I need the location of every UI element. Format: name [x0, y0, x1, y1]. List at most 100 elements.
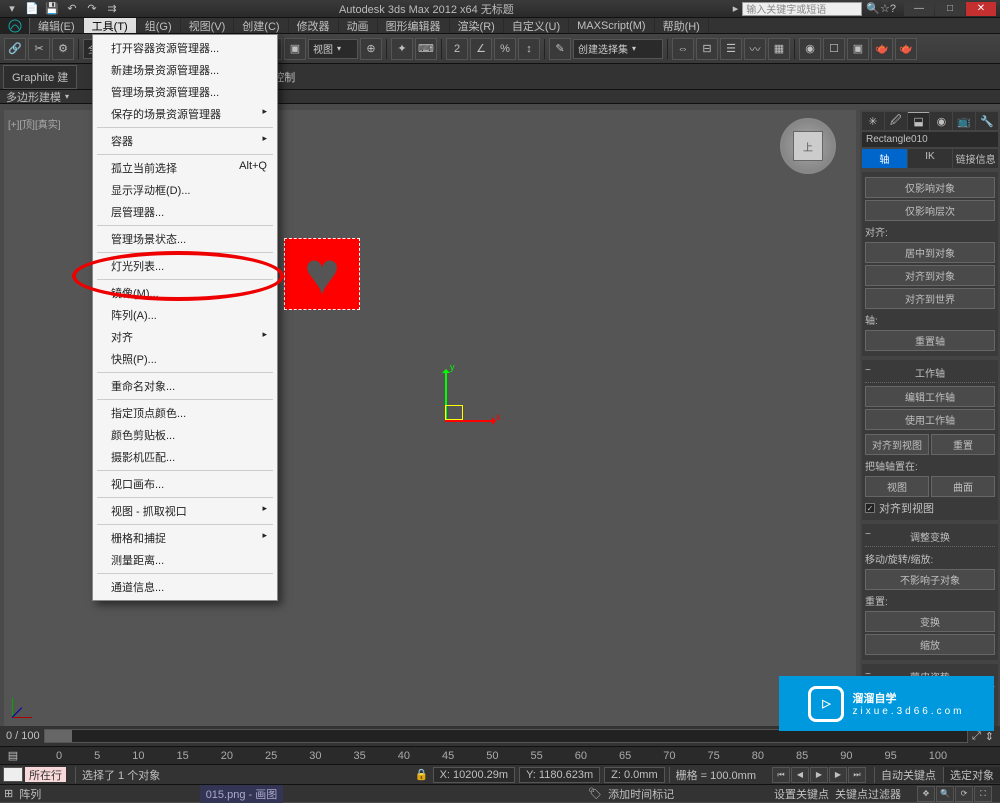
menu-render[interactable]: 渲染(R) — [450, 18, 504, 33]
btn-align-view[interactable]: 对齐到视图 — [865, 434, 929, 455]
tab-hierarchy-icon[interactable]: ⬓ — [908, 112, 930, 130]
autokey-button[interactable]: 自动关键点 — [874, 767, 942, 783]
btn-noaffect-child[interactable]: 不影响子对象 — [865, 569, 995, 590]
app-menu-icon[interactable] — [0, 18, 30, 34]
tool-editset-icon[interactable]: ✎ — [549, 38, 571, 60]
lock-icon[interactable]: 🔒 — [415, 768, 429, 781]
link-icon[interactable]: ⇉ — [104, 1, 120, 17]
named-selset-select[interactable]: 创建选择集 — [573, 39, 663, 59]
object-name-field[interactable]: Rectangle010 — [862, 132, 998, 147]
tool-mat-icon[interactable]: ◉ — [799, 38, 821, 60]
nav-zoom-icon[interactable]: 🔍 — [936, 786, 954, 802]
app-dropdown-icon[interactable]: ▾ — [4, 1, 20, 17]
menu-item[interactable]: 视口画布... — [93, 473, 277, 495]
menu-item[interactable]: 显示浮动框(D)... — [93, 179, 277, 201]
time-ruler[interactable]: ▤ 05101520253035404550556065707580859095… — [0, 746, 1000, 764]
menu-item[interactable]: 重命名对象... — [93, 375, 277, 397]
viewcube-face[interactable]: 上 — [793, 131, 823, 161]
menu-item[interactable]: 指定顶点颜色... — [93, 402, 277, 424]
menu-item[interactable]: 保存的场景资源管理器 — [93, 103, 277, 125]
menu-item[interactable]: 新建场景资源管理器... — [93, 59, 277, 81]
tool-align-icon[interactable]: ⊟ — [696, 38, 718, 60]
tab-motion-icon[interactable]: ◉ — [930, 112, 952, 130]
menu-item[interactable]: 层管理器... — [93, 201, 277, 223]
btn-align-world[interactable]: 对齐到世界 — [865, 288, 995, 309]
help-icon[interactable]: ? — [890, 3, 896, 15]
adjust-title[interactable]: 调整变换 — [865, 527, 995, 547]
tool-manip-icon[interactable]: ✦ — [391, 38, 413, 60]
menu-modifiers[interactable]: 修改器 — [289, 18, 339, 33]
subtab-linkinfo[interactable]: 链接信息 — [953, 149, 998, 168]
menu-grapheditors[interactable]: 图形编辑器 — [378, 18, 450, 33]
subtab-pivot[interactable]: 轴 — [862, 149, 907, 168]
menu-edit[interactable]: 编辑(E) — [30, 18, 84, 33]
menu-item[interactable]: 颜色剪贴板... — [93, 424, 277, 446]
menu-view[interactable]: 视图(V) — [181, 18, 235, 33]
tool-rendersetup-icon[interactable]: ☐ — [823, 38, 845, 60]
menu-item[interactable]: 视图 - 抓取视口 — [93, 500, 277, 522]
menu-create[interactable]: 创建(C) — [234, 18, 288, 33]
tool-keymode-icon[interactable]: ⌨ — [415, 38, 437, 60]
tool-scale-icon[interactable]: ▣ — [284, 38, 306, 60]
btn-place-view[interactable]: 视图 — [865, 476, 929, 497]
x-axis-arrow[interactable] — [445, 420, 495, 422]
menu-item[interactable]: 测量距离... — [93, 549, 277, 571]
tool-curveed-icon[interactable]: 〰 — [744, 38, 766, 60]
collapse-icon[interactable]: ⇕ — [985, 730, 994, 743]
scene-object-rectangle[interactable]: ♥ — [284, 238, 360, 310]
nav-pan-icon[interactable]: ✥ — [917, 786, 935, 802]
coord-y[interactable]: Y: 1180.623m — [519, 767, 600, 783]
keyfilter-button[interactable]: 关键点过滤器 — [835, 786, 901, 802]
tool-schem-icon[interactable]: ▦ — [768, 38, 790, 60]
menu-group[interactable]: 组(G) — [137, 18, 181, 33]
check-align-view[interactable]: ✓对齐到视图 — [865, 499, 995, 517]
tool-layer-icon[interactable]: ☰ — [720, 38, 742, 60]
script-listener-min[interactable] — [3, 767, 23, 782]
tool-unlink-icon[interactable]: ✂ — [28, 38, 50, 60]
time-slider[interactable] — [44, 729, 968, 743]
btn-place-surf[interactable]: 曲面 — [931, 476, 995, 497]
ref-coord-select[interactable]: 视图 — [308, 39, 358, 59]
next-frame-icon[interactable]: ▶ — [829, 767, 847, 783]
menu-help[interactable]: 帮助(H) — [655, 18, 709, 33]
script-listener-macro[interactable]: 所在行 — [25, 767, 66, 782]
menu-tools[interactable]: 工具(T) — [84, 18, 137, 33]
tab-create-icon[interactable]: ✳ — [862, 112, 884, 130]
menu-item[interactable]: 摄影机匹配... — [93, 446, 277, 468]
menu-item[interactable]: 管理场景资源管理器... — [93, 81, 277, 103]
chevron-icon[interactable]: ⊞ — [4, 787, 13, 800]
xy-plane-handle[interactable] — [445, 405, 463, 420]
tool-spinner-icon[interactable]: ↕ — [518, 38, 540, 60]
tool-link-icon[interactable]: 🔗 — [4, 38, 26, 60]
selset-dropdown[interactable]: 选定对象 — [943, 767, 1000, 783]
nav-max-icon[interactable]: ⛶ — [974, 786, 992, 802]
tool-bind-icon[interactable]: ⚙ — [52, 38, 74, 60]
btn-affect-obj[interactable]: 仅影响对象 — [865, 177, 995, 198]
setkey-button[interactable]: 设置关键点 — [774, 786, 829, 802]
btn-reset-wp[interactable]: 重置 — [931, 434, 995, 455]
btn-edit-wp[interactable]: 编辑工作轴 — [865, 386, 995, 407]
tool-snap2d-icon[interactable]: 2 — [446, 38, 468, 60]
coord-x[interactable]: X: 10200.29m — [433, 767, 516, 783]
tool-mirror-icon[interactable]: ⇔ — [672, 38, 694, 60]
tool-pivot-icon[interactable]: ⊕ — [360, 38, 382, 60]
search-icon[interactable]: 🔍 — [866, 2, 880, 15]
ribbon-polymodel-label[interactable]: 多边形建模 — [6, 89, 61, 105]
menu-item[interactable]: 通道信息... — [93, 576, 277, 598]
tool-quickrender-icon[interactable]: 🫖 — [895, 38, 917, 60]
menu-item[interactable]: 阵列(A)... — [93, 304, 277, 326]
btn-align-obj[interactable]: 对齐到对象 — [865, 265, 995, 286]
help-search-input[interactable]: 输入关键字或短语 — [742, 2, 862, 16]
viewport-label[interactable]: [+][顶][真实] — [8, 116, 61, 131]
btn-use-wp[interactable]: 使用工作轴 — [865, 409, 995, 430]
ribbon-tab-graphite[interactable]: Graphite 建 — [3, 65, 77, 89]
working-title[interactable]: 工作轴 — [865, 363, 995, 383]
menu-item[interactable]: 对齐 — [93, 326, 277, 348]
tab-modify-icon[interactable]: 🖉 — [885, 112, 907, 130]
tab-utilities-icon[interactable]: 🔧 — [976, 112, 998, 130]
btn-reset-pivot[interactable]: 重置轴 — [865, 330, 995, 351]
save-icon[interactable]: 💾 — [44, 1, 60, 17]
close-button[interactable]: ✕ — [966, 2, 996, 16]
maximize-button[interactable]: □ — [935, 2, 965, 16]
play-icon[interactable]: ▶ — [810, 767, 828, 783]
